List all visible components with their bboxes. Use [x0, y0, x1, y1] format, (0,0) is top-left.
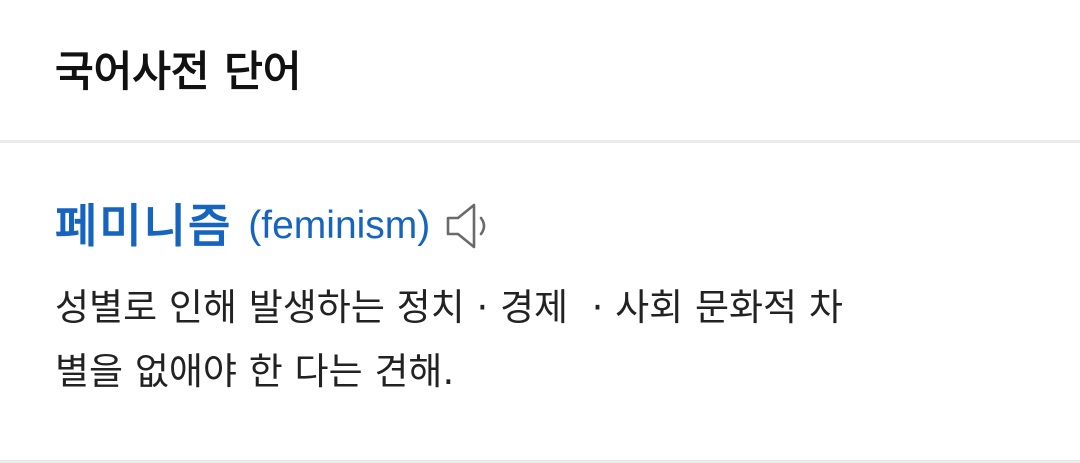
section-title: 국어사전 단어: [55, 47, 302, 96]
section-header: 국어사전 단어: [0, 0, 1080, 143]
dictionary-entry[interactable]: 페미니즘 (feminism) 성별로 인해 발생하는 정치 · 경제 · 사회…: [0, 146, 1080, 460]
word-origin: (feminism): [248, 204, 431, 247]
definition-text: 성별로 인해 발생하는 정치 · 경제 · 사회 문화적 차 별을 없애야 한 …: [55, 286, 843, 393]
headword-row: 페미니즘 (feminism): [55, 194, 498, 258]
speaker-icon-graphic: [446, 203, 486, 249]
headword[interactable]: 페미니즘: [55, 196, 232, 256]
dictionary-card: 국어사전 단어 페미니즘 (feminism) 성별로 인해 발생하는 정치 ·…: [0, 0, 1080, 463]
speaker-icon[interactable]: [444, 199, 498, 253]
